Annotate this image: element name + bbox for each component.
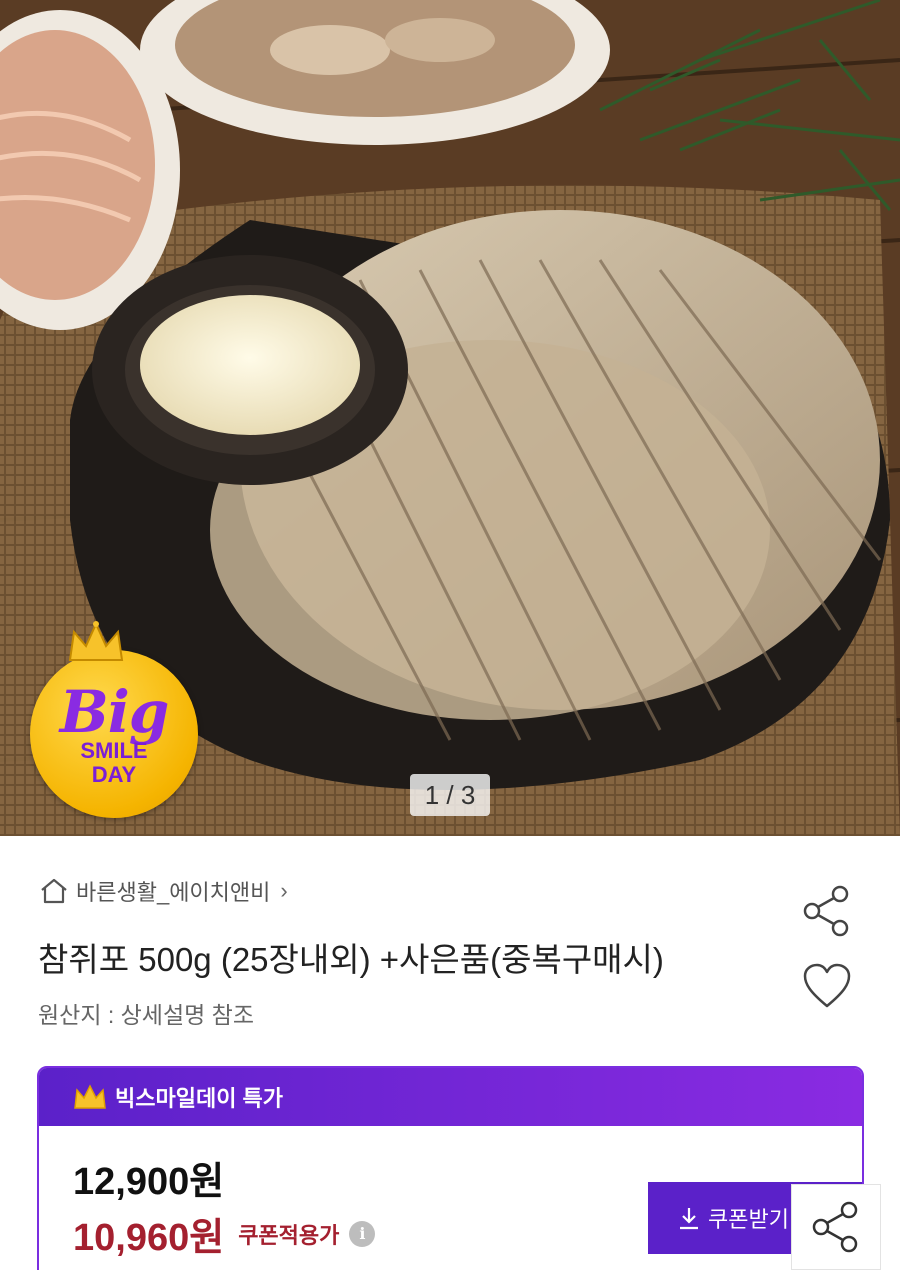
product-image-carousel[interactable]: Big SMILE DAY 1 / 3 bbox=[0, 0, 900, 836]
sale-price: 10,960원 bbox=[73, 1217, 225, 1259]
share-icon[interactable] bbox=[800, 884, 854, 938]
badge-smile-text: SMILE bbox=[80, 738, 148, 763]
download-icon bbox=[680, 1208, 698, 1230]
product-title: 참쥐포 500g (25장내외) +사은품(중복구매시) bbox=[38, 941, 664, 978]
original-price: 12,900원 bbox=[73, 1161, 225, 1203]
info-icon[interactable]: i bbox=[349, 1220, 376, 1247]
deal-header-label: 빅스마일데이 특가 bbox=[115, 1086, 284, 1111]
crown-icon bbox=[68, 621, 124, 661]
coupon-price-label: 쿠폰적용가 bbox=[238, 1222, 340, 1248]
deal-box: 빅스마일데이 특가 12,900원 10,960원 쿠폰적용가 i 쿠폰받기 bbox=[37, 1066, 864, 1270]
get-coupon-label: 쿠폰받기 bbox=[708, 1207, 789, 1232]
store-name: 바른생활_에이치앤비 bbox=[76, 880, 271, 905]
heart-icon[interactable] bbox=[802, 962, 852, 1010]
share-icon bbox=[812, 1201, 858, 1253]
badge-day-text: DAY bbox=[91, 762, 137, 787]
crown-icon bbox=[74, 1084, 106, 1109]
store-link[interactable]: 바른생활_에이치앤비 › bbox=[38, 874, 288, 908]
deal-header: 빅스마일데이 특가 bbox=[39, 1068, 862, 1126]
badge-big-text: Big bbox=[59, 678, 170, 746]
home-icon bbox=[41, 878, 67, 904]
chevron-right-icon: › bbox=[280, 878, 288, 903]
floating-share-button[interactable] bbox=[791, 1184, 881, 1270]
sale-price-row: 10,960원 쿠폰적용가 i bbox=[73, 1206, 376, 1261]
product-origin: 원산지 : 상세설명 참조 bbox=[38, 1002, 255, 1028]
big-smile-day-badge: Big SMILE DAY bbox=[30, 621, 198, 818]
image-page-indicator: 1 / 3 bbox=[410, 774, 490, 816]
